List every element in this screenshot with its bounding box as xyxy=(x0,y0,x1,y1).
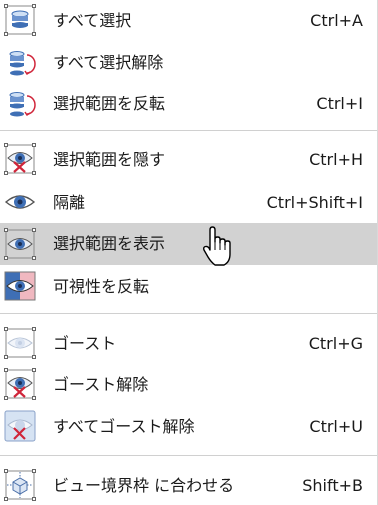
menu-item-shortcut: Ctrl+A xyxy=(310,11,363,30)
select-all-icon xyxy=(3,3,37,37)
menu-item-deselect-all[interactable]: すべて選択解除 xyxy=(0,44,377,81)
context-menu: すべて選択 Ctrl+A すべて選択解除 選択範囲を反転 Ctrl+I 選択範囲… xyxy=(0,0,378,505)
menu-item-shortcut: Ctrl+U xyxy=(309,417,363,436)
fit-bounding-box-icon xyxy=(3,468,37,502)
menu-separator xyxy=(0,455,377,456)
hand-pointer-cursor-icon xyxy=(200,226,236,268)
invert-visibility-icon xyxy=(3,269,37,303)
menu-item-shortcut: Ctrl+I xyxy=(316,94,363,113)
menu-item-invert-selection[interactable]: 選択範囲を反転 Ctrl+I xyxy=(0,85,377,122)
unghost-all-icon xyxy=(3,409,37,443)
menu-item-label: すべてゴースト解除 xyxy=(53,417,195,436)
menu-item-hide-selection[interactable]: 選択範囲を隠す Ctrl+H xyxy=(0,141,377,178)
menu-item-label: すべて選択 xyxy=(53,11,132,30)
menu-item-shortcut: Shift+B xyxy=(302,476,363,495)
menu-item-shortcut: Ctrl+G xyxy=(308,334,363,353)
menu-item-label: ゴースト解除 xyxy=(53,375,149,394)
menu-separator xyxy=(0,313,377,314)
menu-item-invert-visibility[interactable]: 可視性を反転 xyxy=(0,268,377,305)
show-selection-icon xyxy=(3,227,37,261)
menu-item-ghost[interactable]: ゴースト Ctrl+G xyxy=(0,325,377,362)
menu-separator xyxy=(0,130,377,131)
menu-item-unghost-all[interactable]: すべてゴースト解除 Ctrl+U xyxy=(0,408,377,445)
menu-item-fit-view-bounds[interactable]: ビュー境界枠 に合わせる Shift+B xyxy=(0,467,377,504)
menu-item-label: すべて選択解除 xyxy=(53,53,164,72)
isolate-eye-icon xyxy=(3,185,37,219)
menu-item-label: 選択範囲を表示 xyxy=(53,234,166,253)
menu-item-select-all[interactable]: すべて選択 Ctrl+A xyxy=(0,2,377,39)
menu-item-show-selection[interactable]: 選択範囲を表示 xyxy=(0,223,377,265)
menu-item-shortcut: Ctrl+Shift+I xyxy=(266,193,363,212)
menu-item-label: 選択範囲を隠す xyxy=(53,150,166,169)
menu-item-label: ゴースト xyxy=(53,334,117,353)
menu-item-label: 可視性を反転 xyxy=(53,277,150,296)
menu-item-label: 隔離 xyxy=(53,193,86,212)
menu-item-isolate[interactable]: 隔離 Ctrl+Shift+I xyxy=(0,184,377,221)
menu-item-unghost[interactable]: ゴースト解除 xyxy=(0,366,377,403)
deselect-all-icon xyxy=(3,45,37,79)
unghost-icon xyxy=(3,367,37,401)
hide-selection-icon xyxy=(3,142,37,176)
menu-item-shortcut: Ctrl+H xyxy=(309,150,363,169)
invert-selection-icon xyxy=(3,86,37,120)
menu-item-label: 選択範囲を反転 xyxy=(53,94,166,113)
menu-item-label: ビュー境界枠 に合わせる xyxy=(53,476,235,495)
ghost-icon xyxy=(3,326,37,360)
